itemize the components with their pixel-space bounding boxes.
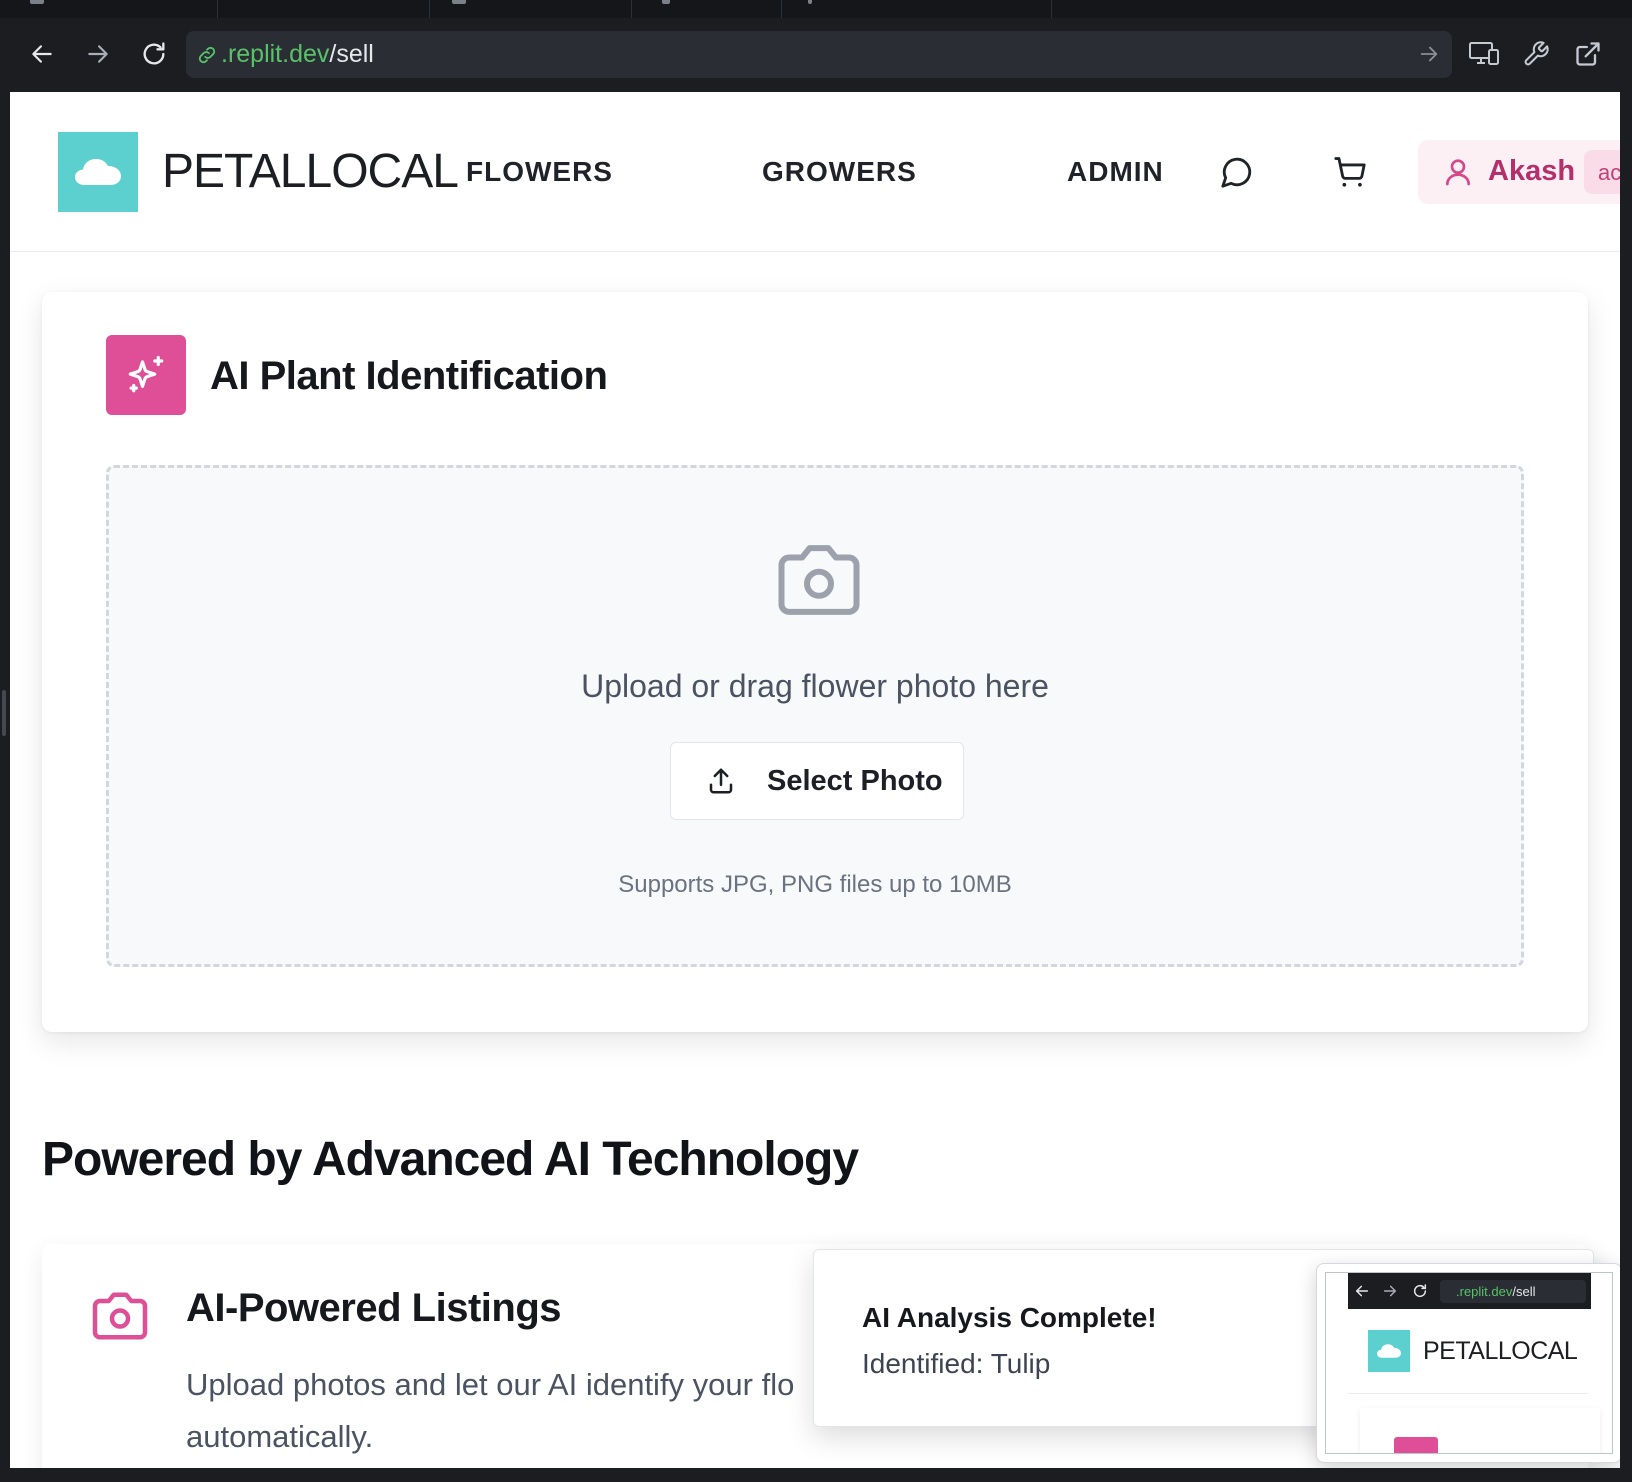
feature-description-line: Upload photos and let our AI identify yo… [186,1367,795,1402]
file-support-hint: Supports JPG, PNG files up to 10MB [618,871,1012,898]
select-photo-button[interactable]: Select Photo [670,742,964,820]
user-menu[interactable]: Akash ac [1418,140,1620,204]
preview-divider [1348,1393,1588,1394]
logo[interactable] [58,132,138,212]
preview-brand: PETALLOCAL [1423,1337,1578,1365]
tab-favicon-icon [662,0,670,4]
nav-flowers[interactable]: FLOWERS [466,156,613,188]
link-icon [196,44,218,66]
ai-identification-card: AI Plant Identification Upload or drag f… [42,292,1588,1032]
user-name: Akash [1488,155,1576,187]
dropzone-instruction: Upload or drag flower photo here [581,668,1049,704]
url-domain: .replit.dev [221,40,330,68]
arrow-left-icon [1355,1285,1369,1297]
cloud-logo-icon [1377,1344,1401,1358]
arrow-right-icon [88,45,108,63]
browser-tab-strip [0,0,1632,18]
brand-name[interactable]: PETALLOCAL [162,144,459,199]
tab-favicon-icon [452,0,466,4]
page-viewport: PETALLOCAL FLOWERS GROWERS ADMIN Akash a… [10,92,1620,1468]
browser-tab[interactable] [218,0,430,18]
cart-button[interactable] [1330,152,1370,192]
forward-button[interactable] [83,39,113,69]
reload-icon [1413,1284,1427,1298]
user-icon [1442,156,1474,193]
nav-admin[interactable]: ADMIN [1067,156,1164,188]
address-bar[interactable]: .replit.dev/sell [186,31,1452,78]
preview-url-path: /sell [1512,1284,1536,1299]
camera-icon [774,542,864,623]
preview-browser-bar: .replit.dev/sell [1348,1273,1591,1309]
go-arrow-icon[interactable] [1418,43,1440,70]
photo-dropzone[interactable]: Upload or drag flower photo here Select … [106,465,1524,967]
camera-icon [90,1290,150,1347]
shopping-cart-icon [1334,157,1366,187]
feature-description-line: automatically. [186,1419,374,1454]
section-title: Powered by Advanced AI Technology [42,1133,859,1186]
card-title: AI Plant Identification [210,354,608,398]
browser-tab[interactable] [430,0,632,18]
url-path: /sell [329,40,374,68]
upload-icon [705,765,737,797]
browser-tab[interactable] [632,0,782,18]
nav-growers[interactable]: GROWERS [762,156,917,188]
address-url: .replit.dev/sell [221,40,374,69]
arrow-left-icon [32,45,52,63]
reload-icon [143,42,165,65]
tab-favicon-icon [30,0,44,4]
select-photo-label: Select Photo [767,764,943,797]
chat-button[interactable] [1217,152,1257,192]
browser-tab[interactable] [782,0,1052,18]
user-role-badge: ac [1584,150,1620,194]
browser-tab[interactable] [0,0,218,18]
cloud-logo-icon [75,159,121,185]
sparkles-icon [128,355,164,393]
preview-logo [1368,1330,1410,1372]
reload-button[interactable] [139,39,169,69]
sparkle-badge [106,335,186,415]
preview-url-domain: .replit.dev [1456,1284,1513,1299]
feature-title: AI-Powered Listings [186,1286,562,1330]
chat-bubble-icon [1221,157,1252,188]
arrow-right-icon [1383,1285,1397,1297]
preview-frame: .replit.dev/sell PETALLOCAL [1325,1272,1613,1454]
back-button[interactable] [27,39,57,69]
open-external-icon[interactable] [1572,38,1604,70]
preview-url: .replit.dev/sell [1440,1280,1586,1303]
wrench-icon[interactable] [1520,38,1552,70]
devices-icon[interactable] [1468,38,1500,70]
site-header: PETALLOCAL FLOWERS GROWERS ADMIN Akash a… [10,92,1620,252]
screenshot-preview-thumbnail[interactable]: .replit.dev/sell PETALLOCAL [1316,1263,1620,1463]
toast-title: AI Analysis Complete! [862,1302,1157,1333]
preview-sparkle-badge [1394,1437,1438,1453]
toast-message: Identified: Tulip [862,1348,1051,1379]
tab-favicon-icon [808,0,812,4]
browser-toolbar: .replit.dev/sell [0,18,1632,92]
panel-resize-handle[interactable] [2,690,6,736]
